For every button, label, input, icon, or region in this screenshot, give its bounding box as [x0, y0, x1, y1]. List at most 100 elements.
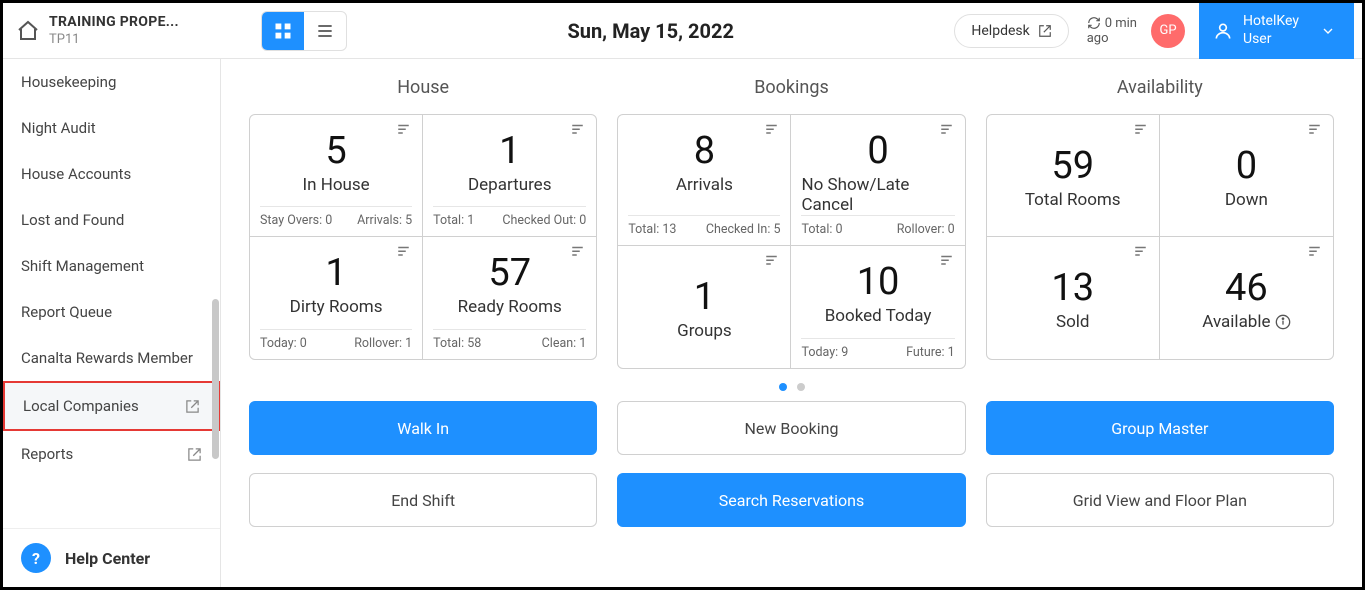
- card-booked-today[interactable]: 10Booked TodayToday: 9Future: 1: [791, 246, 964, 368]
- sidebar-item-night-audit[interactable]: Night Audit: [3, 105, 220, 151]
- sort-icon[interactable]: [764, 121, 782, 139]
- card-label: Arrivals: [676, 175, 733, 195]
- sidebar-item-reports[interactable]: Reports: [3, 431, 220, 477]
- sidebar-item-shift-management[interactable]: Shift Management: [3, 243, 220, 289]
- list-view-button[interactable]: [304, 12, 346, 50]
- sidebar-item-house-accounts[interactable]: House Accounts: [3, 151, 220, 197]
- property-code: TP11: [49, 32, 179, 47]
- sync-bottom: ago: [1087, 31, 1109, 46]
- user-name-1: HotelKey: [1243, 13, 1299, 31]
- sync-status[interactable]: 0 min ago: [1087, 16, 1137, 46]
- card-value: 1: [499, 129, 520, 173]
- card-label: In House: [302, 175, 369, 195]
- card-value: 5: [325, 129, 346, 173]
- help-icon: ?: [21, 543, 51, 573]
- sort-icon[interactable]: [396, 121, 414, 139]
- card-footer-right: Checked Out: 0: [502, 213, 586, 228]
- section-availability: Availability 59Total Rooms0Down13Sold46A…: [986, 77, 1334, 369]
- card-ready-rooms[interactable]: 57Ready RoomsTotal: 58Clean: 1: [423, 237, 596, 359]
- sidebar-item-canalta-rewards-member[interactable]: Canalta Rewards Member: [3, 335, 220, 381]
- card-footer-right: Future: 1: [906, 345, 955, 360]
- group-master-button[interactable]: Group Master: [986, 401, 1334, 455]
- avatar[interactable]: GP: [1151, 14, 1185, 48]
- home-icon: [15, 18, 41, 44]
- card-value: 1: [694, 275, 715, 319]
- helpdesk-button[interactable]: Helpdesk: [954, 14, 1068, 48]
- card-in-house[interactable]: 5In House Stay Overs: 0Arrivals: 5: [250, 115, 423, 237]
- card-footer-right: Rollover: 1: [354, 336, 412, 351]
- section-title-house: House: [249, 77, 597, 98]
- section-house: House 5In House Stay Overs: 0Arrivals: 5 1…: [249, 77, 597, 369]
- card-value: 57: [488, 251, 531, 295]
- card-dirty-rooms[interactable]: 1Dirty Rooms Today: 0Rollover: 1: [250, 237, 423, 359]
- sidebar-item-housekeeping[interactable]: Housekeeping: [3, 59, 220, 105]
- card-value: 0: [1236, 144, 1257, 188]
- card-available[interactable]: 46Available: [1160, 237, 1333, 359]
- sort-icon[interactable]: [764, 252, 782, 270]
- new-booking-button[interactable]: New Booking: [617, 401, 965, 455]
- sidebar-item-report-queue[interactable]: Report Queue: [3, 289, 220, 335]
- card-footer: Today: 0Rollover: 1: [260, 329, 412, 351]
- card-label: Sold: [1056, 312, 1090, 332]
- card-label: Total Rooms: [1025, 190, 1121, 210]
- card-label: Departures: [468, 175, 551, 195]
- external-link-icon: [1038, 24, 1052, 38]
- sidebar-item-lost-and-found[interactable]: Lost and Found: [3, 197, 220, 243]
- dot-2[interactable]: [797, 383, 805, 391]
- sidebar-item-label: Canalta Rewards Member: [21, 349, 193, 367]
- sidebar-item-label: Housekeeping: [21, 73, 116, 91]
- card-label: Down: [1225, 190, 1268, 210]
- card-footer-right: Checked In: 5: [706, 222, 781, 237]
- sort-icon[interactable]: [570, 121, 588, 139]
- sidebar-item-label: Night Audit: [21, 119, 96, 137]
- sidebar-item-label: Report Queue: [21, 303, 112, 321]
- card-label: Dirty Rooms: [290, 297, 383, 317]
- main-content: House 5In House Stay Overs: 0Arrivals: 5 1…: [221, 59, 1362, 587]
- card-footer: Today: 9 Future: 1: [801, 338, 954, 360]
- card-departures[interactable]: 1Departures Total: 1 Checked Out: 0: [423, 115, 596, 237]
- header: TRAINING PROPE... TP11 Sun, May 15, 2022…: [3, 3, 1362, 59]
- card-total-rooms[interactable]: 59Total Rooms: [987, 115, 1160, 237]
- card-arrivals[interactable]: 8ArrivalsTotal: 13Checked In: 5: [618, 115, 791, 246]
- sort-icon[interactable]: [1133, 121, 1151, 139]
- sort-icon[interactable]: [570, 243, 588, 261]
- card-value: 13: [1051, 266, 1094, 310]
- sort-icon[interactable]: [1133, 243, 1151, 261]
- grid-view-and-floor-plan-button[interactable]: Grid View and Floor Plan: [986, 473, 1334, 527]
- user-menu[interactable]: HotelKey User: [1199, 3, 1354, 59]
- property-block[interactable]: TRAINING PROPE... TP11: [11, 14, 241, 47]
- sort-icon[interactable]: [939, 121, 957, 139]
- pagination-dots[interactable]: [249, 383, 1334, 391]
- sidebar-item-local-companies[interactable]: Local Companies: [3, 381, 220, 431]
- dot-1[interactable]: [779, 383, 787, 391]
- card-footer-left: Total: 58: [433, 336, 481, 351]
- sort-icon[interactable]: [1307, 243, 1325, 261]
- help-center-label: Help Center: [65, 549, 150, 568]
- current-date: Sun, May 15, 2022: [347, 19, 954, 43]
- user-icon: [1213, 21, 1233, 41]
- sort-icon[interactable]: [939, 252, 957, 270]
- sort-icon[interactable]: [396, 243, 414, 261]
- search-reservations-button[interactable]: Search Reservations: [617, 473, 965, 527]
- card-footer-left: Total: 13: [628, 222, 676, 237]
- sort-icon[interactable]: [1307, 121, 1325, 139]
- walk-in-button[interactable]: Walk In: [249, 401, 597, 455]
- card-value: 1: [325, 251, 346, 295]
- help-center-button[interactable]: ? Help Center: [3, 528, 220, 587]
- card-footer-left: Today: 9: [801, 345, 848, 360]
- grid-view-button[interactable]: [262, 12, 304, 50]
- card-groups[interactable]: 1Groups: [618, 246, 791, 368]
- user-name-2: User: [1243, 31, 1299, 49]
- card-footer-left: Total: 1: [433, 213, 474, 228]
- card-no-show-late-cancel[interactable]: 0No Show/Late CancelTotal: 0Rollover: 0: [791, 115, 964, 246]
- card-down[interactable]: 0Down: [1160, 115, 1333, 237]
- card-value: 59: [1051, 144, 1094, 188]
- card-sold[interactable]: 13Sold: [987, 237, 1160, 359]
- info-icon[interactable]: [1275, 314, 1291, 330]
- refresh-icon: [1087, 16, 1101, 30]
- end-shift-button[interactable]: End Shift: [249, 473, 597, 527]
- card-footer: Stay Overs: 0Arrivals: 5: [260, 206, 412, 228]
- property-name: TRAINING PROPE...: [49, 14, 179, 30]
- card-footer-right: Arrivals: 5: [357, 213, 412, 228]
- card-label: Available: [1202, 312, 1290, 332]
